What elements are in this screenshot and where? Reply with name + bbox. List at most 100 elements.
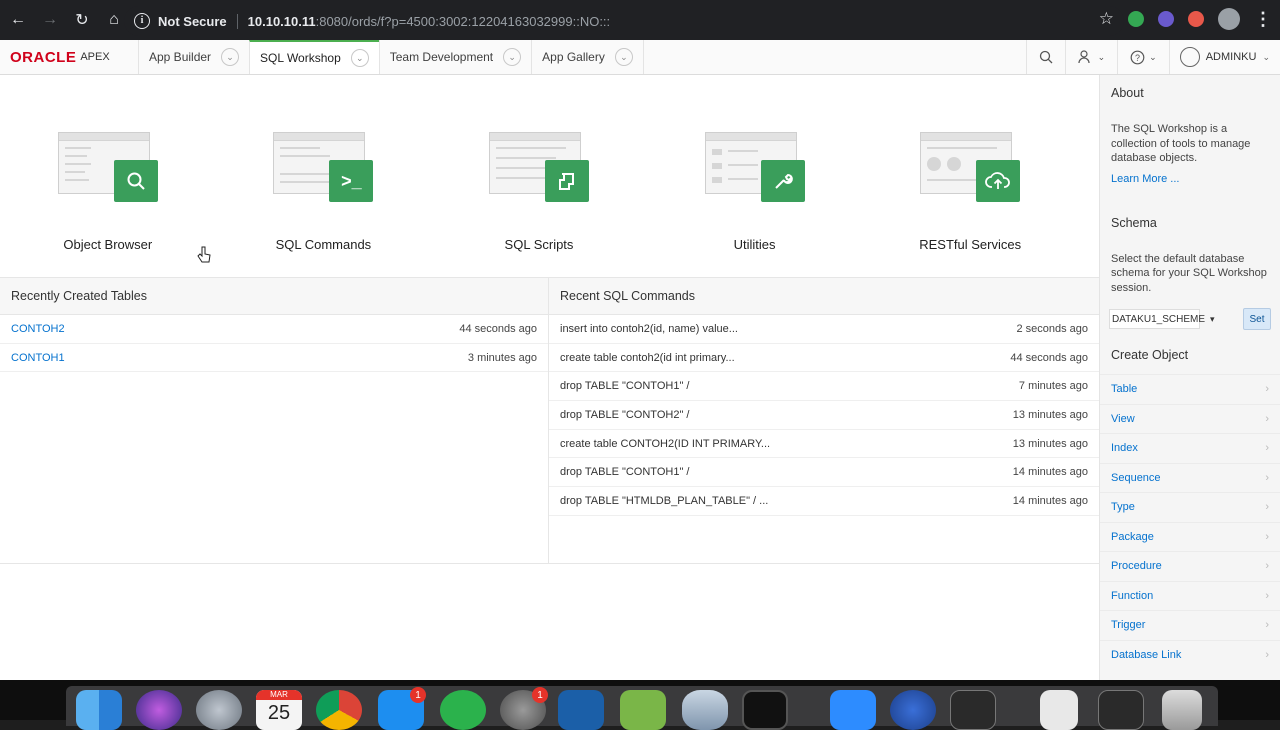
- learn-more-link[interactable]: Learn More ...: [1100, 173, 1280, 185]
- system-preferences-icon[interactable]: 1: [500, 687, 548, 730]
- command-age: 7 minutes ago: [1018, 380, 1088, 393]
- command-text[interactable]: create table CONTOH2(ID INT PRIMARY...: [560, 438, 770, 450]
- command-row[interactable]: create table contoh2(id int primary... 44…: [549, 344, 1099, 373]
- set-schema-button[interactable]: Set: [1243, 308, 1271, 330]
- command-age: 14 minutes ago: [1012, 494, 1088, 507]
- create-sequence-link[interactable]: Sequence ›: [1100, 462, 1280, 493]
- virtualbox-icon[interactable]: [558, 690, 604, 730]
- bookmark-star-icon[interactable]: ☆: [1099, 9, 1114, 29]
- command-text[interactable]: drop TABLE "HTMLDB_PLAN_TABLE" / ...: [560, 495, 768, 507]
- app-store-icon[interactable]: 1: [378, 687, 426, 730]
- sql-scripts-illustration: [488, 132, 589, 204]
- siri-icon[interactable]: [136, 690, 182, 730]
- about-text: The SQL Workshop is a collection of tool…: [1111, 123, 1251, 164]
- recent-commands-region: Recent SQL Commands insert into contoh2(…: [549, 278, 1099, 563]
- logo-oracle-text: ORACLE: [10, 48, 77, 66]
- browser-menu-icon[interactable]: ⋮: [1254, 9, 1272, 30]
- menu-label: Team Development: [389, 50, 494, 64]
- info-icon[interactable]: i: [134, 13, 150, 29]
- table-link[interactable]: CONTOH2: [11, 323, 65, 335]
- back-icon[interactable]: ←: [4, 6, 32, 34]
- command-text[interactable]: create table contoh2(id int primary...: [560, 352, 735, 364]
- search-icon[interactable]: [1025, 40, 1065, 74]
- terminal-app-icon[interactable]: [742, 690, 788, 730]
- browser-toolbar: ← → ↻ ⌂ i Not Secure 10.10.10.11:8080/or…: [0, 0, 1280, 40]
- android-studio-icon[interactable]: [620, 690, 666, 730]
- menu-sql-workshop[interactable]: SQL Workshop ⌄: [249, 40, 379, 74]
- command-row[interactable]: drop TABLE "CONTOH1" / 7 minutes ago: [549, 372, 1099, 402]
- download-extension-icon[interactable]: [1158, 11, 1174, 27]
- tile-sql-commands[interactable]: >_ SQL Commands: [216, 75, 432, 277]
- menu-team-development[interactable]: Team Development ⌄: [378, 40, 531, 74]
- notification-badge: 1: [410, 687, 426, 703]
- command-text[interactable]: drop TABLE "CONTOH2" /: [560, 409, 689, 421]
- forward-icon[interactable]: →: [36, 6, 64, 34]
- database-icon[interactable]: [682, 690, 728, 730]
- recent-tables-region: Recently Created Tables CONTOH2 44 secon…: [0, 278, 549, 563]
- tile-label: SQL Commands: [275, 237, 372, 252]
- quicktime-icon[interactable]: [890, 690, 936, 730]
- chrome-icon[interactable]: [316, 690, 362, 730]
- menu-label: App Builder: [149, 50, 212, 64]
- tile-object-browser[interactable]: Object Browser: [0, 75, 216, 277]
- create-function-link[interactable]: Function ›: [1100, 580, 1280, 611]
- command-text[interactable]: drop TABLE "CONTOH1" /: [560, 380, 689, 392]
- create-view-link[interactable]: View ›: [1100, 403, 1280, 434]
- chevron-down-icon[interactable]: ⌄: [221, 48, 240, 66]
- tile-restful-services[interactable]: RESTful Services: [862, 75, 1078, 277]
- create-trigger-link[interactable]: Trigger ›: [1100, 610, 1280, 640]
- command-text[interactable]: insert into contoh2(id, name) value...: [560, 323, 738, 335]
- window-thumbnail-icon[interactable]: [1098, 690, 1144, 730]
- command-row[interactable]: create table CONTOH2(ID INT PRIMARY... 13…: [549, 430, 1099, 459]
- menu-app-builder[interactable]: App Builder ⌄: [138, 40, 249, 74]
- chevron-right-icon: ›: [1265, 412, 1269, 425]
- calendar-icon[interactable]: MAR 25: [256, 690, 302, 730]
- security-label[interactable]: Not Secure: [158, 13, 238, 29]
- command-row[interactable]: drop TABLE "CONTOH1" / 14 minutes ago: [549, 458, 1099, 488]
- scroll-icon: [544, 160, 589, 202]
- table-row: CONTOH2 44 seconds ago: [0, 315, 548, 344]
- create-table-link[interactable]: Table ›: [1100, 374, 1280, 404]
- user-menu[interactable]: ADMINKU ⌄: [1168, 40, 1280, 74]
- schema-select[interactable]: DATAKU1_SCHEME ▾: [1109, 309, 1215, 329]
- grammarly-extension-icon[interactable]: [1128, 11, 1144, 27]
- administration-icon[interactable]: ⌄: [1064, 40, 1118, 74]
- profile-avatar[interactable]: [1218, 8, 1240, 30]
- create-package-link[interactable]: Package ›: [1100, 521, 1280, 552]
- menu-label: SQL Workshop: [260, 51, 341, 65]
- create-index-link[interactable]: Index ›: [1100, 433, 1280, 463]
- oracle-apex-logo[interactable]: ORACLE APEX: [0, 40, 138, 74]
- tile-label: RESTful Services: [919, 237, 1022, 252]
- create-item-label: Trigger: [1111, 619, 1146, 632]
- zoom-icon[interactable]: [830, 690, 876, 730]
- command-row[interactable]: drop TABLE "CONTOH2" / 13 minutes ago: [549, 401, 1099, 430]
- table-link[interactable]: CONTOH1: [11, 352, 65, 364]
- create-database-link-link[interactable]: Database Link ›: [1100, 639, 1280, 670]
- green-app-icon[interactable]: [440, 690, 486, 730]
- create-type-link[interactable]: Type ›: [1100, 492, 1280, 522]
- finder-icon[interactable]: [76, 690, 122, 730]
- menu-app-gallery[interactable]: App Gallery ⌄: [531, 40, 644, 74]
- chevron-down-icon[interactable]: ⌄: [350, 49, 369, 67]
- create-procedure-link[interactable]: Procedure ›: [1100, 551, 1280, 581]
- create-item-label: View: [1111, 412, 1135, 425]
- create-item-label: Table: [1111, 383, 1138, 396]
- chevron-down-icon[interactable]: ⌄: [614, 48, 633, 66]
- command-row[interactable]: drop TABLE "HTMLDB_PLAN_TABLE" / ... 14 m…: [549, 487, 1099, 516]
- trash-icon[interactable]: [1162, 690, 1202, 730]
- document-icon[interactable]: [1040, 690, 1078, 730]
- chevron-down-icon: ▾: [1209, 313, 1215, 324]
- launchpad-icon[interactable]: [196, 690, 242, 730]
- url-host: 10.10.10.11: [247, 13, 316, 29]
- chevron-down-icon[interactable]: ⌄: [503, 48, 522, 66]
- create-item-label: Function: [1111, 589, 1154, 602]
- tile-sql-scripts[interactable]: SQL Scripts: [431, 75, 647, 277]
- address-bar[interactable]: i Not Secure 10.10.10.11:8080/ords/f?p=4…: [124, 6, 1124, 36]
- command-text[interactable]: drop TABLE "CONTOH1" /: [560, 466, 689, 478]
- window-thumbnail-icon[interactable]: [950, 690, 996, 730]
- tile-utilities[interactable]: Utilities: [647, 75, 863, 277]
- blocker-extension-icon[interactable]: [1188, 11, 1204, 27]
- reload-icon[interactable]: ↻: [68, 6, 96, 34]
- command-row[interactable]: insert into contoh2(id, name) value... 2 …: [549, 315, 1099, 344]
- help-icon[interactable]: ? ⌄: [1117, 40, 1169, 74]
